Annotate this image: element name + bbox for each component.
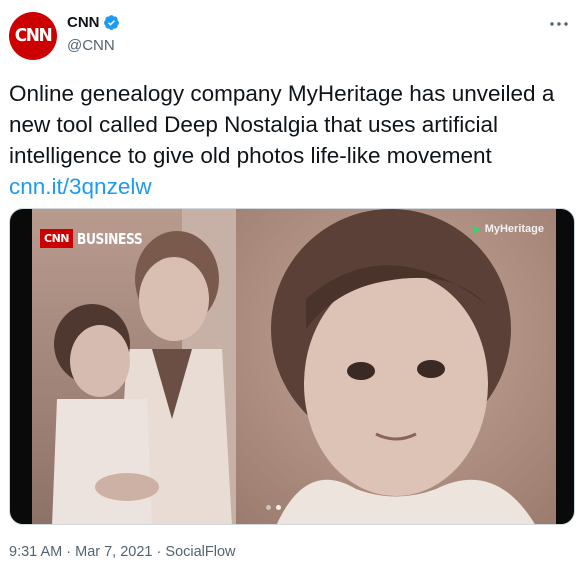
tweet-text: Online genealogy company MyHeritage has … xyxy=(9,78,574,202)
avatar[interactable]: CNN xyxy=(9,12,57,60)
cnn-business-badge: CNN BUSINESS xyxy=(40,229,157,248)
progress-dot-active xyxy=(276,505,281,510)
video-progress-dots xyxy=(266,505,281,510)
tweet-meta: 9:31 AM · Mar 7, 2021 · SocialFlow xyxy=(9,544,236,560)
progress-dot xyxy=(266,505,271,510)
tweet-time[interactable]: 9:31 AM xyxy=(9,544,62,560)
video-player[interactable]: CNN BUSINESS ▶ MyHeritage xyxy=(9,208,575,525)
tweet-source[interactable]: SocialFlow xyxy=(165,544,235,560)
avatar-logo-text: CNN xyxy=(14,25,53,47)
handle[interactable]: @CNN xyxy=(67,37,115,54)
watermark-text: MyHeritage xyxy=(484,223,544,235)
play-arrow-icon: ▶ xyxy=(473,223,481,234)
tweet-body: Online genealogy company MyHeritage has … xyxy=(9,81,555,168)
right-photo-frame xyxy=(236,209,556,524)
tweet-link[interactable]: cnn.it/3qnzelw xyxy=(9,174,152,199)
meta-separator: · xyxy=(66,544,72,560)
left-photo-frame xyxy=(32,209,236,524)
badge-section: BUSINESS xyxy=(77,229,143,248)
myheritage-watermark: ▶ MyHeritage xyxy=(474,223,544,235)
more-options-icon[interactable] xyxy=(547,14,571,34)
verified-badge-icon xyxy=(103,15,119,30)
badge-brand: CNN xyxy=(40,229,73,248)
tweet-date[interactable]: Mar 7, 2021 xyxy=(75,544,152,560)
display-name[interactable]: CNN xyxy=(67,14,100,31)
author-name-row: CNN xyxy=(67,14,120,31)
meta-separator: · xyxy=(156,544,162,560)
